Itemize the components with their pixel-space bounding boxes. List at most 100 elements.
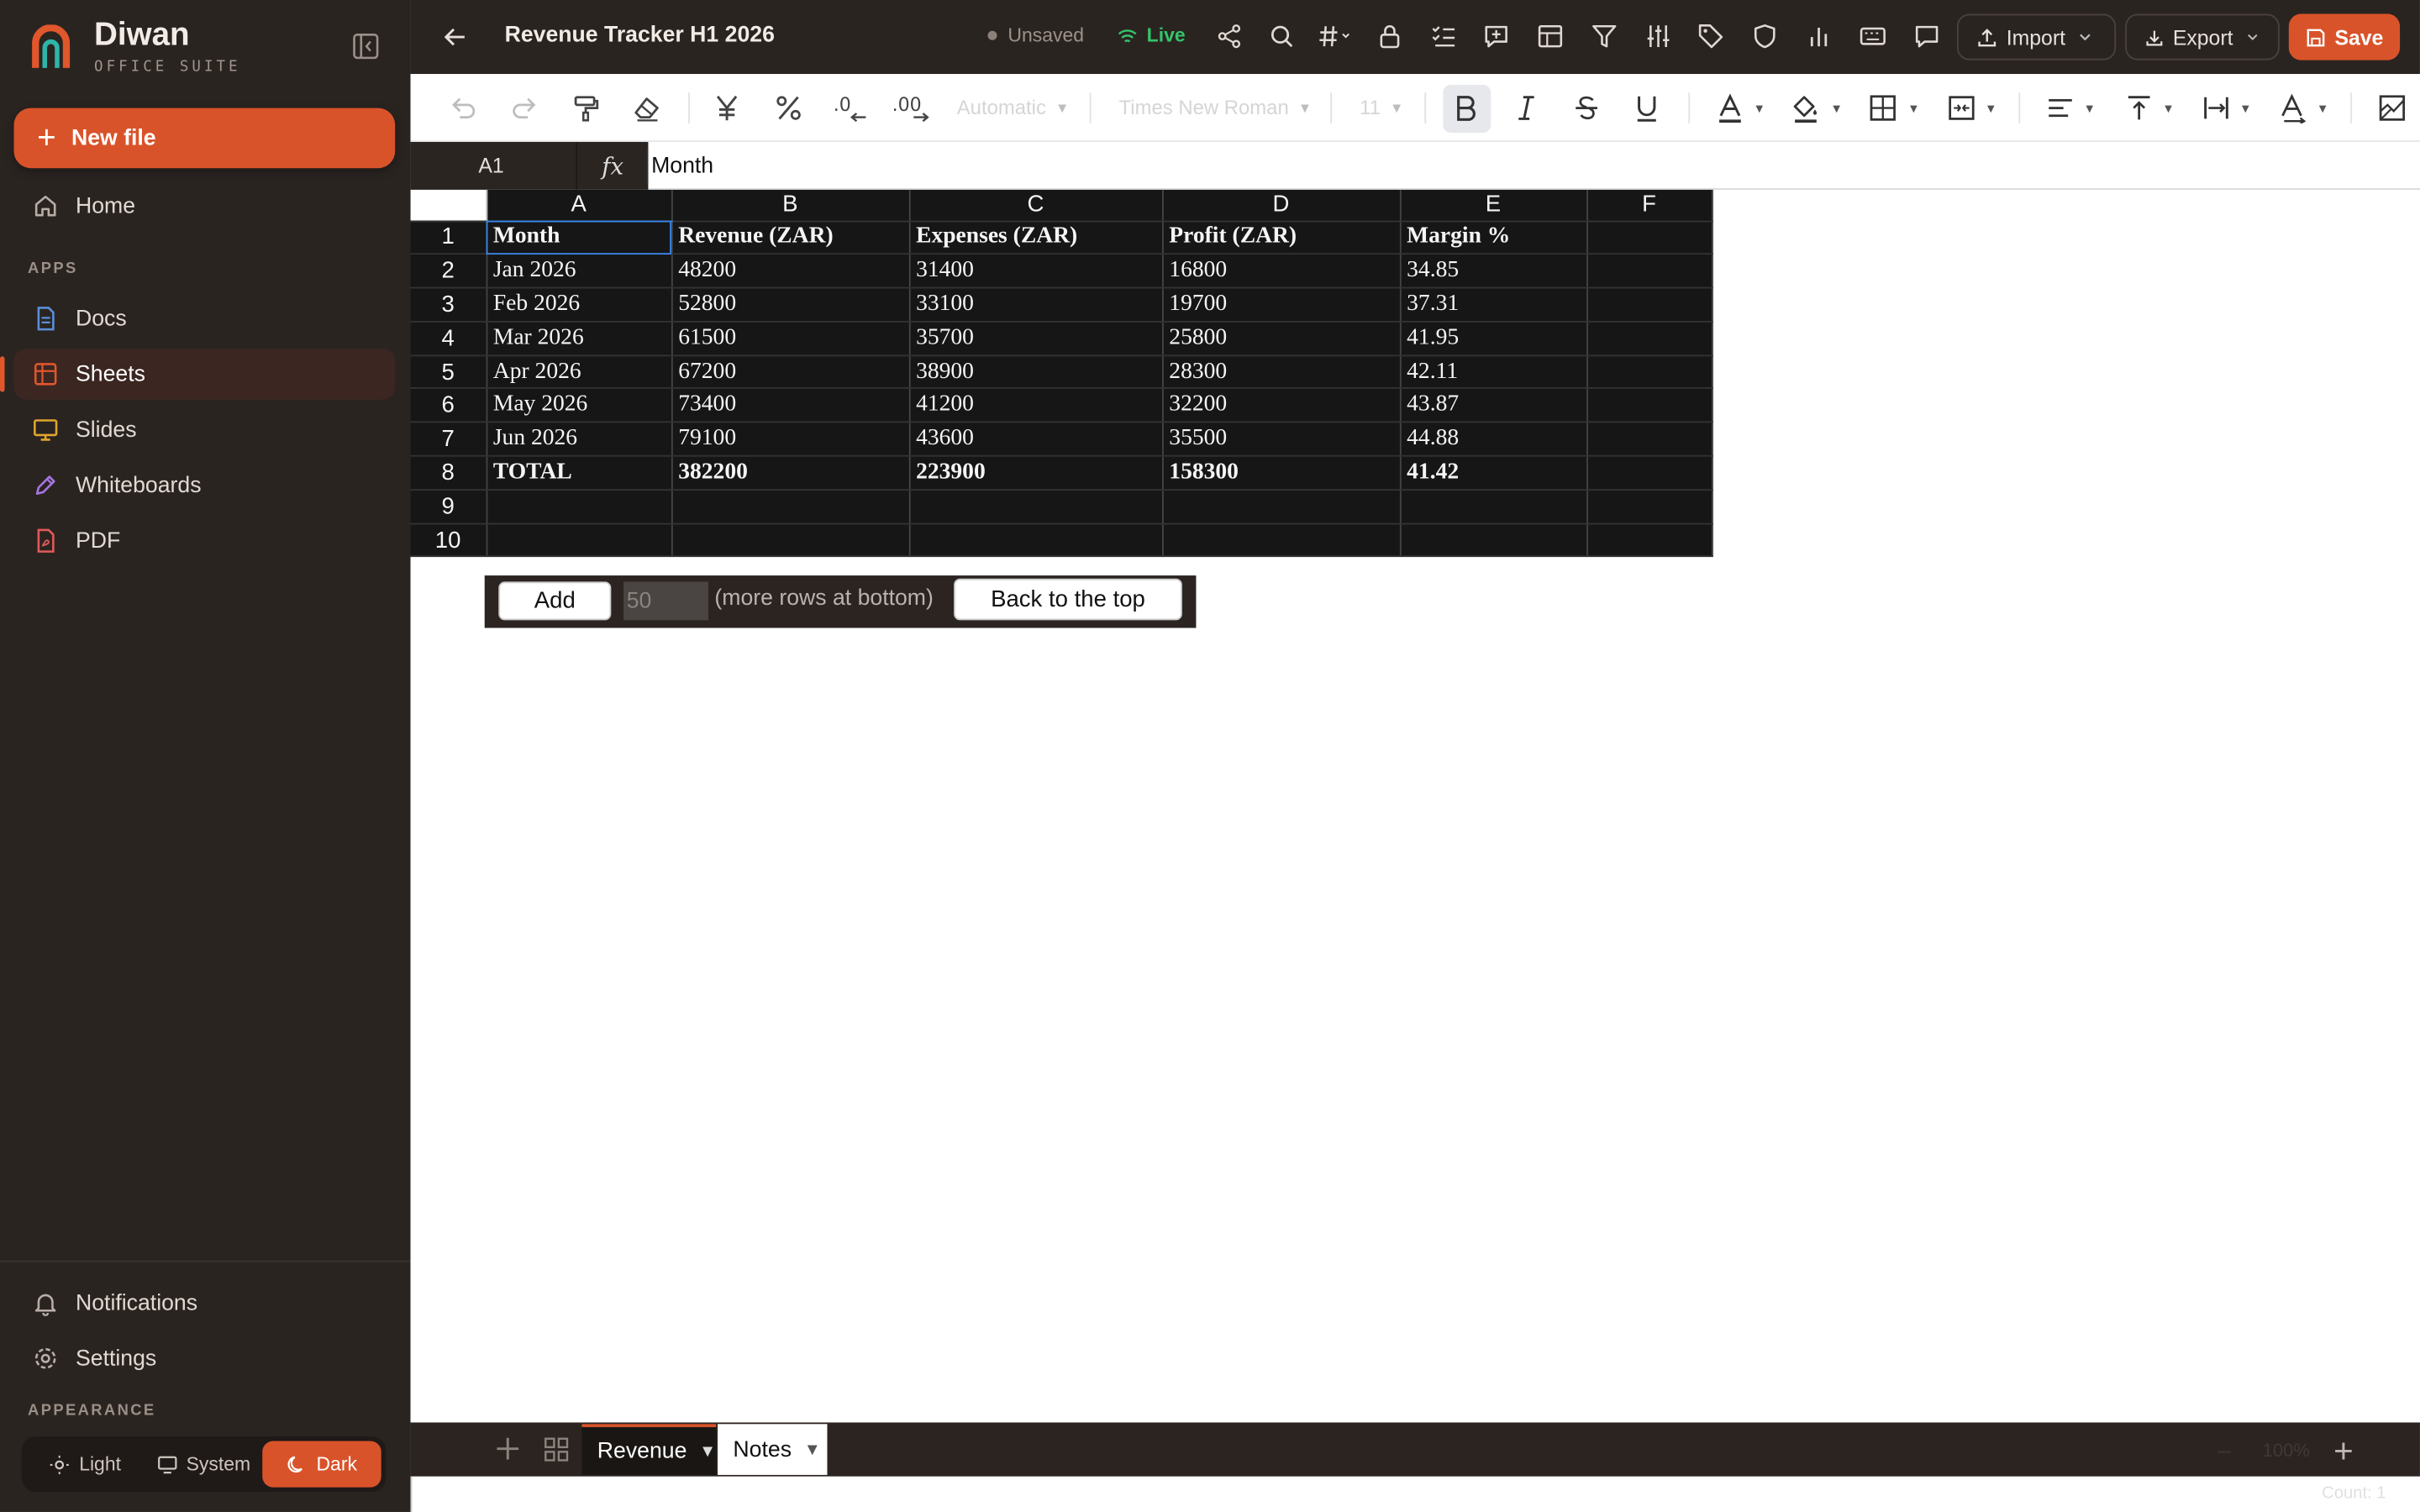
import-button[interactable]: Import xyxy=(1956,13,2117,60)
grid-cell[interactable]: 223900 xyxy=(908,455,1163,491)
appearance-dark-option[interactable]: Dark xyxy=(262,1441,381,1488)
grid-cell[interactable]: 32200 xyxy=(1162,388,1401,423)
checklist-icon[interactable] xyxy=(1431,24,1457,50)
italic-icon[interactable] xyxy=(1511,92,1542,123)
grid-cell[interactable]: 16800 xyxy=(1162,254,1401,289)
appearance-system-option[interactable]: System xyxy=(145,1441,263,1487)
percent-icon[interactable] xyxy=(773,92,804,123)
sheet-tab-revenue[interactable]: Revenue ▼ xyxy=(581,1424,717,1475)
lock-icon[interactable] xyxy=(1376,24,1402,50)
row-header[interactable]: 10 xyxy=(410,522,487,558)
row-header[interactable]: 9 xyxy=(410,489,487,524)
column-header-b[interactable]: B xyxy=(671,189,910,222)
grid-cell[interactable]: 37.31 xyxy=(1399,287,1588,323)
dropdown-caret-icon[interactable]: ▼ xyxy=(1753,102,1765,116)
grid-cell[interactable] xyxy=(1586,455,1712,491)
collapse-sidebar-icon[interactable] xyxy=(352,33,380,60)
grid-cell[interactable]: Profit (ZAR) xyxy=(1162,220,1401,255)
strikethrough-icon[interactable] xyxy=(1571,92,1602,123)
grid-cell[interactable] xyxy=(1586,254,1712,289)
dropdown-caret-icon[interactable]: ▼ xyxy=(2317,102,2329,116)
bar-chart-icon[interactable] xyxy=(1806,24,1832,50)
grid-cell[interactable]: Apr 2026 xyxy=(486,354,672,390)
filter-icon[interactable] xyxy=(1591,24,1618,50)
grid-cell[interactable] xyxy=(1586,422,1712,457)
grid-cell[interactable]: Jan 2026 xyxy=(486,254,672,289)
grid-cell[interactable] xyxy=(1586,220,1712,255)
grid-cell[interactable]: 43.87 xyxy=(1399,388,1588,423)
grid-cell[interactable] xyxy=(1162,522,1401,558)
grid-cell[interactable]: Expenses (ZAR) xyxy=(908,220,1163,255)
hash-dropdown-icon[interactable] xyxy=(1318,24,1352,50)
grid-cell[interactable]: 31400 xyxy=(908,254,1163,289)
all-sheets-icon[interactable] xyxy=(544,1436,570,1462)
search-icon[interactable] xyxy=(1269,24,1295,50)
sidebar-item-pdf[interactable]: PDF xyxy=(14,515,396,566)
new-file-button[interactable]: + New file xyxy=(13,108,396,169)
sheet-tab-menu-icon[interactable]: ▼ xyxy=(699,1441,716,1460)
sidebar-item-sheets[interactable]: Sheets xyxy=(0,349,396,400)
grid-cell[interactable] xyxy=(1399,522,1588,558)
grid-cell[interactable]: TOTAL xyxy=(486,455,672,491)
currency-icon[interactable] xyxy=(712,92,743,123)
grid-cell[interactable]: 35700 xyxy=(908,321,1163,356)
grid-cell[interactable] xyxy=(1586,354,1712,390)
grid-cell[interactable] xyxy=(671,489,910,524)
grid-cell[interactable]: 52800 xyxy=(671,287,910,323)
zoom-level[interactable]: 100% xyxy=(2263,1440,2310,1462)
grid-cell[interactable]: 41200 xyxy=(908,388,1163,423)
grid-cell[interactable] xyxy=(486,522,672,558)
add-rows-count-input[interactable]: 50 xyxy=(623,581,709,621)
tag-icon[interactable] xyxy=(1697,24,1723,50)
column-header-f[interactable]: F xyxy=(1586,189,1712,222)
comment-add-icon[interactable] xyxy=(1483,24,1509,50)
row-header[interactable]: 3 xyxy=(410,287,487,323)
sidebar-item-settings[interactable]: Settings xyxy=(14,1333,396,1384)
borders-icon[interactable] xyxy=(1867,92,1898,123)
text-rotation-icon[interactable] xyxy=(2278,92,2309,123)
appearance-light-option[interactable]: Light xyxy=(26,1441,145,1487)
column-header-a[interactable]: A xyxy=(486,189,672,222)
grid-cell[interactable] xyxy=(671,522,910,558)
grid-cell[interactable]: 382200 xyxy=(671,455,910,491)
grid-cell[interactable] xyxy=(1399,489,1588,524)
grid-cell[interactable] xyxy=(1586,489,1712,524)
grid-cell[interactable]: May 2026 xyxy=(486,388,672,423)
grid-cell[interactable]: 67200 xyxy=(671,354,910,390)
sidebar-item-notifications[interactable]: Notifications xyxy=(14,1278,396,1329)
grid-cell[interactable] xyxy=(1586,522,1712,558)
table-icon[interactable] xyxy=(1537,24,1563,50)
dropdown-caret-icon[interactable]: ▼ xyxy=(2239,102,2252,116)
grid-cell[interactable]: 79100 xyxy=(671,422,910,457)
grid-cell[interactable]: 43600 xyxy=(908,422,1163,457)
dropdown-caret-icon[interactable]: ▼ xyxy=(1830,102,1843,116)
row-header[interactable]: 6 xyxy=(410,388,487,423)
grid-cell[interactable] xyxy=(1586,287,1712,323)
grid-cell[interactable]: 38900 xyxy=(908,354,1163,390)
text-wrap-icon[interactable] xyxy=(2201,92,2232,123)
dropdown-caret-icon[interactable]: ▼ xyxy=(1985,102,1997,116)
vertical-align-top-icon[interactable] xyxy=(2123,92,2154,123)
merge-cells-icon[interactable] xyxy=(1946,92,1977,123)
row-header[interactable]: 5 xyxy=(410,354,487,390)
column-header-e[interactable]: E xyxy=(1399,189,1588,222)
grid-cell[interactable] xyxy=(1586,388,1712,423)
formula-input[interactable]: Month xyxy=(651,155,713,179)
grid-cell[interactable]: 33100 xyxy=(908,287,1163,323)
add-sheet-icon[interactable] xyxy=(494,1435,522,1462)
grid-cell[interactable]: 41.95 xyxy=(1399,321,1588,356)
chart-insert-icon[interactable] xyxy=(2377,92,2408,123)
decrease-decimal-icon[interactable]: .0 xyxy=(832,92,869,123)
number-format-select[interactable]: Automatic ▼ xyxy=(957,96,1070,119)
dropdown-caret-icon[interactable]: ▼ xyxy=(2084,102,2096,116)
underline-icon[interactable] xyxy=(1631,92,1662,123)
grid-cell[interactable]: 61500 xyxy=(671,321,910,356)
column-header-d[interactable]: D xyxy=(1162,189,1401,222)
grid-cell[interactable]: Feb 2026 xyxy=(486,287,672,323)
sliders-icon[interactable] xyxy=(1645,24,1671,50)
redo-icon[interactable] xyxy=(509,92,540,123)
share-icon[interactable] xyxy=(1216,24,1242,50)
chat-icon[interactable] xyxy=(1914,24,1940,50)
row-header[interactable]: 1 xyxy=(410,220,487,255)
column-header-c[interactable]: C xyxy=(908,189,1163,222)
